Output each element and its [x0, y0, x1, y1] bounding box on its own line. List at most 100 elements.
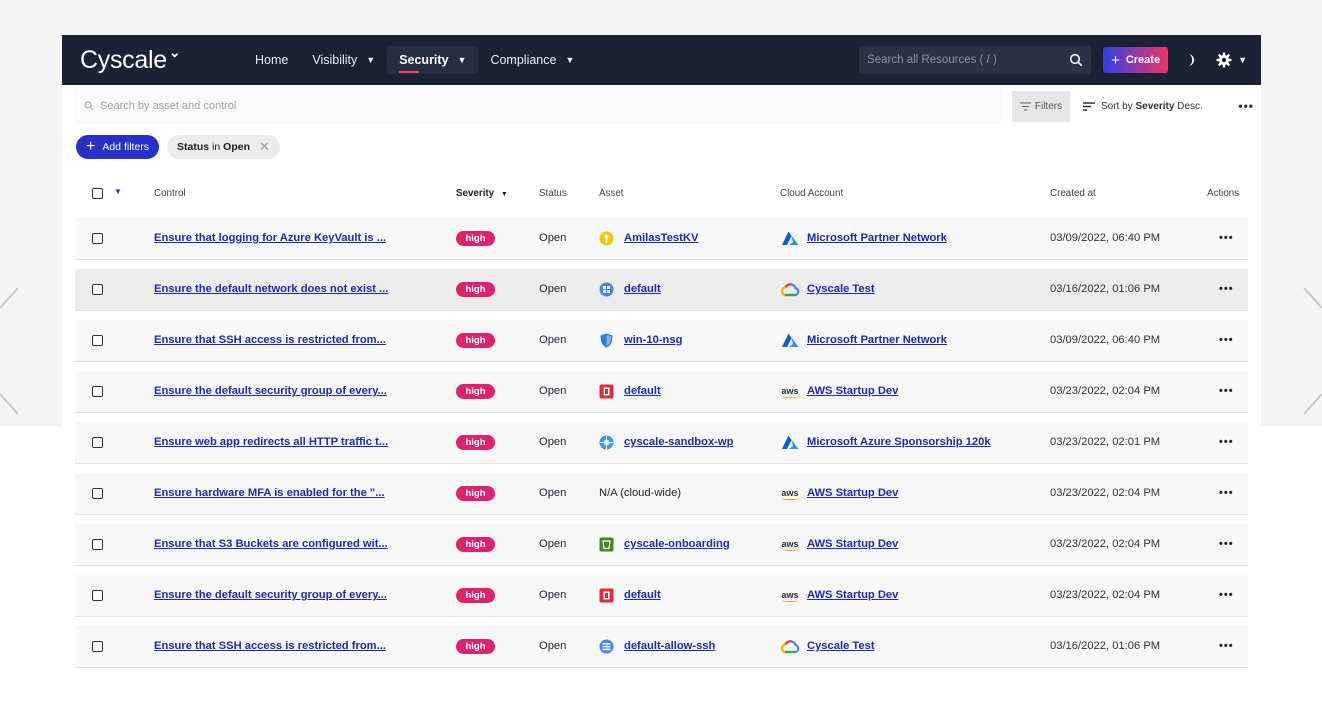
close-icon[interactable]: ✕	[259, 139, 270, 155]
nav-item-label: Home	[255, 53, 289, 67]
control-link[interactable]: Ensure that S3 Buckets are configured wi…	[154, 538, 388, 550]
control-link[interactable]: Ensure that logging for Azure KeyVault i…	[154, 232, 386, 244]
row-checkbox[interactable]	[92, 575, 103, 615]
nav-item-visibility[interactable]: Visibility ▼	[300, 46, 387, 74]
row-actions-icon[interactable]: •••	[1219, 283, 1234, 295]
control-link[interactable]: Ensure the default network does not exis…	[154, 283, 388, 295]
logo[interactable]: Cyscale ⌄	[80, 44, 243, 75]
row-checkbox[interactable]	[92, 371, 103, 411]
cloud-account-link[interactable]: Microsoft Azure Sponsorship 120k	[807, 436, 991, 448]
header-asset[interactable]: Asset	[599, 188, 624, 199]
asset-cell: default	[599, 371, 661, 411]
asset-link[interactable]: default	[624, 385, 661, 397]
row-actions-icon[interactable]: •••	[1219, 538, 1234, 550]
created-at-text: 03/23/2022, 02:04 PM	[1050, 589, 1161, 601]
row-checkbox[interactable]	[92, 218, 103, 258]
asset-search-input[interactable]: Search by asset and control	[74, 88, 1001, 124]
filters-button[interactable]: Filters	[1012, 90, 1070, 122]
nsg-shield-icon	[599, 333, 614, 348]
row-actions-icon[interactable]: •••	[1219, 589, 1234, 601]
row-actions-icon[interactable]: •••	[1219, 232, 1234, 244]
status-filter-chip[interactable]: Status in Open ✕	[167, 135, 280, 159]
cloud-account-link[interactable]: Microsoft Partner Network	[807, 334, 947, 346]
cloud-account-link[interactable]: AWS Startup Dev	[807, 589, 898, 601]
asset-link[interactable]: win-10-nsg	[624, 334, 682, 346]
table-row[interactable]: Ensure web app redirects all HTTP traffi…	[75, 422, 1248, 464]
asset-link[interactable]: default-allow-ssh	[624, 640, 715, 652]
cloud-account-link[interactable]: Cyscale Test	[807, 640, 875, 652]
nav-item-compliance[interactable]: Compliance ▼	[478, 46, 586, 74]
asset-search-placeholder: Search by asset and control	[100, 100, 237, 112]
table-row[interactable]: Ensure the default security group of eve…	[75, 575, 1248, 617]
aws-icon: aws	[781, 539, 799, 551]
cloud-account-link[interactable]: AWS Startup Dev	[807, 385, 898, 397]
severity-badge: high	[456, 536, 495, 552]
header-cloud-account[interactable]: Cloud Account	[780, 188, 843, 199]
header-severity-label: Severity	[456, 188, 495, 199]
row-checkbox[interactable]	[92, 473, 103, 513]
table-row[interactable]: Ensure the default security group of eve…	[75, 371, 1248, 413]
row-checkbox[interactable]	[92, 524, 103, 564]
key-vault-icon	[599, 231, 614, 246]
row-actions-icon[interactable]: •••	[1219, 487, 1234, 499]
asset-link[interactable]: default	[624, 283, 661, 295]
azure-icon	[780, 231, 800, 246]
theme-toggle-moon-icon[interactable]	[1184, 53, 1198, 67]
asset-text: N/A (cloud-wide)	[599, 487, 682, 499]
sort-button[interactable]: Sort by Severity Desc.	[1083, 101, 1203, 112]
control-link[interactable]: Ensure that SSH access is restricted fro…	[154, 640, 386, 652]
cloud-account-cell: Microsoft Partner Network	[780, 320, 947, 360]
asset-link[interactable]: cyscale-sandbox-wp	[624, 436, 733, 448]
table-row[interactable]: Ensure that logging for Azure KeyVault i…	[75, 218, 1248, 260]
gallery-prev-arrow[interactable]	[0, 286, 40, 416]
cloud-account-link[interactable]: AWS Startup Dev	[807, 538, 898, 550]
header-severity[interactable]: Severity ▼	[456, 188, 508, 199]
table-row[interactable]: Ensure that S3 Buckets are configured wi…	[75, 524, 1248, 566]
severity-badge: high	[456, 332, 495, 348]
created-at-text: 03/09/2022, 06:40 PM	[1050, 334, 1161, 346]
filter-icon	[1019, 102, 1031, 110]
row-checkbox[interactable]	[92, 320, 103, 360]
control-link[interactable]: Ensure the default security group of eve…	[154, 385, 387, 397]
add-filters-button[interactable]: + Add filters	[76, 135, 160, 159]
row-actions-icon[interactable]: •••	[1219, 385, 1234, 397]
cloud-account-link[interactable]: AWS Startup Dev	[807, 487, 898, 499]
table-row[interactable]: Ensure the default network does not exis…	[75, 269, 1248, 311]
select-all-checkbox[interactable]	[92, 188, 103, 199]
active-indicator	[399, 71, 420, 73]
control-link[interactable]: Ensure that SSH access is restricted fro…	[154, 334, 386, 346]
asset-link[interactable]: default	[624, 589, 661, 601]
control-link[interactable]: Ensure hardware MFA is enabled for the "…	[154, 487, 385, 499]
row-actions-icon[interactable]: •••	[1219, 436, 1234, 448]
header-created-at[interactable]: Created at	[1050, 188, 1096, 199]
cloud-account-link[interactable]: Cyscale Test	[807, 283, 875, 295]
more-options-icon[interactable]: •••	[1238, 99, 1254, 113]
control-link[interactable]: Ensure web app redirects all HTTP traffi…	[154, 436, 388, 448]
gallery-next-arrow[interactable]	[1282, 286, 1322, 416]
aws-icon: aws	[781, 386, 799, 398]
row-checkbox[interactable]	[92, 626, 103, 666]
row-checkbox[interactable]	[92, 269, 103, 309]
cloud-account-link[interactable]: Microsoft Partner Network	[807, 232, 947, 244]
header-status[interactable]: Status	[539, 188, 567, 199]
global-search-input[interactable]: Search all Resources ( / )	[859, 46, 1092, 74]
asset-link[interactable]: AmilasTestKV	[624, 232, 698, 244]
gcp-icon	[780, 639, 800, 654]
table-row[interactable]: Ensure that SSH access is restricted fro…	[75, 626, 1248, 668]
control-link[interactable]: Ensure the default security group of eve…	[154, 589, 387, 601]
row-actions-icon[interactable]: •••	[1219, 640, 1234, 652]
create-button[interactable]: + Create	[1103, 47, 1169, 73]
chevron-down-icon[interactable]: ▼	[114, 187, 122, 196]
s3-bucket-icon	[599, 537, 614, 552]
header-actions: Actions	[1207, 188, 1240, 199]
row-checkbox[interactable]	[92, 422, 103, 462]
chevron-down-icon: ▼	[366, 55, 376, 65]
row-actions-icon[interactable]: •••	[1219, 334, 1234, 346]
settings-menu[interactable]: ▼	[1216, 52, 1247, 68]
asset-link[interactable]: cyscale-onboarding	[624, 538, 730, 550]
header-control[interactable]: Control	[154, 188, 186, 199]
table-row[interactable]: Ensure hardware MFA is enabled for the "…	[75, 473, 1248, 515]
table-row[interactable]: Ensure that SSH access is restricted fro…	[75, 320, 1248, 362]
nav-item-security[interactable]: Security ▼	[387, 46, 479, 74]
nav-item-home[interactable]: Home	[243, 46, 300, 74]
